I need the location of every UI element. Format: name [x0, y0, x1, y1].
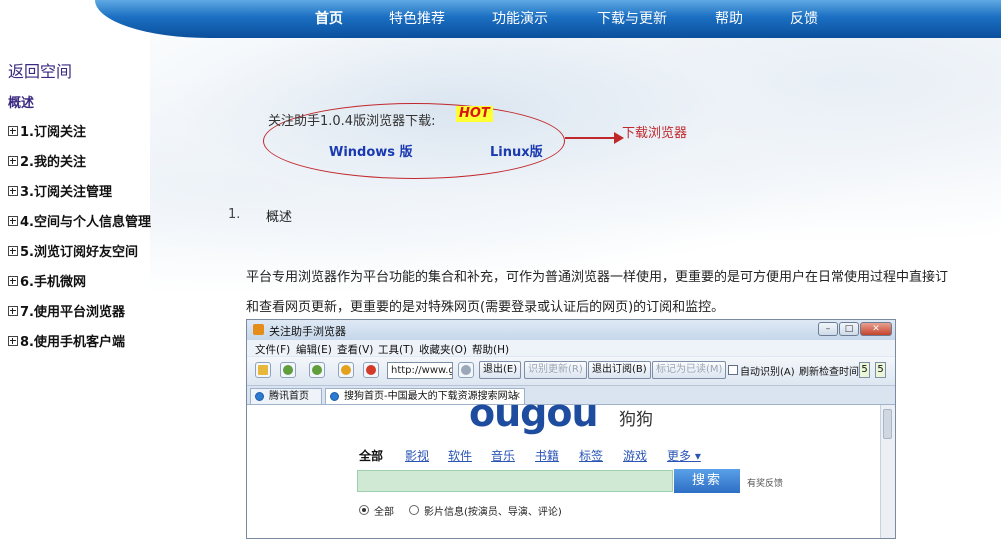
page-scrollbar: [880, 405, 895, 538]
new-page-icon: [255, 362, 271, 378]
sogou-nav-software: 软件: [448, 449, 473, 463]
menu-edit: 编辑(E): [296, 344, 332, 356]
close-icon: ✕: [860, 322, 892, 336]
sogou-nav-music: 音乐: [491, 449, 516, 463]
menu-file: 文件(F): [255, 344, 291, 356]
radio-movie-label: 影片信息(按演员、导演、评论): [424, 507, 562, 518]
identify-update-button: 识别更新(R): [524, 361, 587, 379]
ie-icon: [330, 392, 339, 401]
sogou-nav-games: 游戏: [623, 449, 648, 463]
menu-tools: 工具(T): [378, 344, 414, 356]
menu-view: 查看(V): [337, 344, 374, 356]
tab-tencent: 腾讯首页: [250, 388, 322, 404]
sogou-search-button: 搜索: [674, 469, 740, 493]
mark-read-button: 标记为已读(M): [652, 361, 727, 379]
annotation-arrow-line: [565, 137, 617, 139]
sogou-search-input: [357, 470, 673, 492]
forward-icon: [309, 362, 325, 378]
stop-icon: [363, 362, 379, 378]
sogou-nav-all: 全部: [359, 449, 384, 463]
annotation-label: 下载浏览器: [622, 126, 688, 141]
linux-download-link[interactable]: Linux版: [490, 141, 543, 160]
sogou-logo: ougou: [469, 391, 599, 435]
menu-help: 帮助(H): [472, 344, 510, 356]
hot-badge: HOT: [456, 106, 493, 122]
sogou-nav-books: 书籍: [535, 449, 560, 463]
app-icon: [253, 324, 264, 335]
radio-all-label: 全部: [374, 507, 394, 518]
scroll-thumb: [883, 409, 892, 439]
menu-bar: 文件(F) 编辑(E) 查看(V) 工具(T) 收藏夹(O) 帮助(H): [247, 340, 895, 356]
back-icon: [280, 362, 296, 378]
ie-icon: [255, 392, 264, 401]
interval-box-1: 5: [859, 362, 870, 378]
sogou-logo-cn: 狗狗: [619, 410, 653, 430]
address-bar: http://www.gc: [387, 362, 453, 379]
refresh-icon: [338, 362, 354, 378]
windows-download-link[interactable]: Windows 版: [329, 141, 413, 160]
interval-box-2: 5: [875, 362, 886, 378]
radio-movie: [409, 505, 419, 515]
window-titlebar: 关注助手浏览器 – □ ✕: [247, 320, 895, 340]
paragraph-line-1: 平台专用浏览器作为平台功能的集合和补充，可作为普通浏览器一样使用，更重要的是可方…: [246, 270, 949, 285]
exit-button: 退出(E): [479, 361, 522, 379]
main-content: 关注助手1.0.4版浏览器下载: HOT Windows 版 Linux版 下载…: [0, 0, 1001, 539]
auto-identify-checkbox: [728, 365, 738, 375]
minimize-icon: –: [818, 322, 838, 336]
radio-all: [359, 505, 369, 515]
auto-identify-label: 自动识别(A): [740, 367, 795, 378]
section-title: 概述: [266, 210, 293, 225]
window-title: 关注助手浏览器: [269, 325, 346, 338]
refresh-interval-label: 刷新检查时间: [799, 367, 859, 378]
menu-favorites: 收藏夹(O): [419, 344, 467, 356]
download-label: 关注助手1.0.4版浏览器下载:: [268, 114, 436, 129]
browser-page: ougou 狗狗 全部 影视 软件 音乐 书籍 标签 游戏 更多 ▾ 搜索 有奖…: [247, 391, 881, 538]
maximize-icon: □: [839, 322, 859, 336]
sogou-nav-tags: 标签: [579, 449, 604, 463]
section-number: 1.: [228, 207, 241, 222]
sogou-feedback-link: 有奖反馈: [747, 479, 784, 489]
exit-subscribe-button: 退出订阅(B): [588, 361, 651, 379]
tab-label: 腾讯首页: [269, 391, 309, 402]
go-icon: [458, 362, 474, 378]
browser-toolbar: http://www.gc 退出(E) 识别更新(R) 退出订阅(B) 标记为已…: [247, 357, 895, 386]
sogou-nav-video: 影视: [405, 449, 430, 463]
sogou-nav-more: 更多 ▾: [667, 449, 701, 463]
browser-screenshot: 关注助手浏览器 – □ ✕ 文件(F) 编辑(E) 查看(V) 工具(T) 收藏…: [246, 319, 896, 539]
paragraph-line-2: 和查看网页更新，更重要的是对特殊网页(需要登录或认证后的网页)的订阅和监控。: [246, 300, 725, 315]
